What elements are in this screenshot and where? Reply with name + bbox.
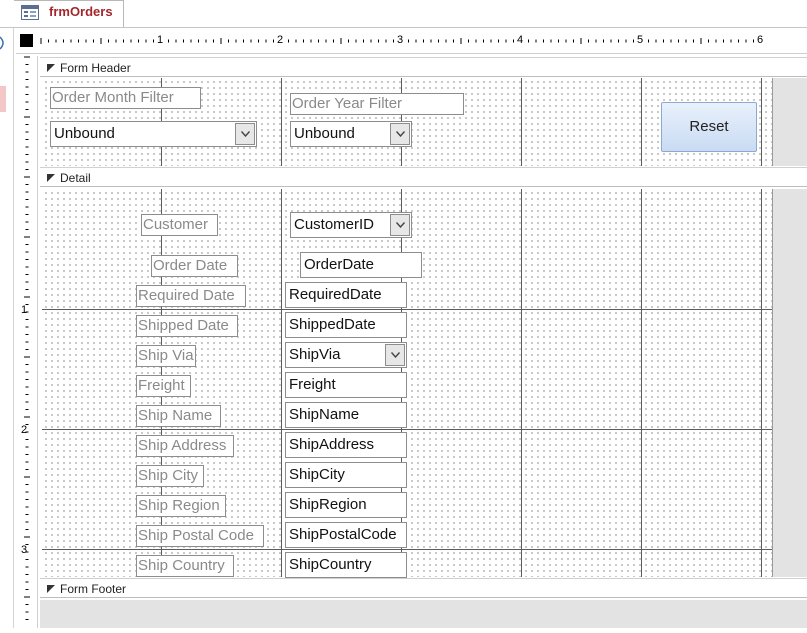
selection-marker [0,86,6,112]
vruler-number: 3 [21,544,28,556]
hruler-number: 5 [637,34,644,46]
order-year-filter-label[interactable]: Order Year Filter [290,93,464,115]
required-date-label[interactable]: Required Date [136,285,246,307]
grid-line [641,78,642,166]
ship-name-label[interactable]: Ship Name [136,405,221,427]
vertical-ruler-ticks [24,56,30,620]
shippostalcode-textbox[interactable]: ShipPostalCode [285,522,407,548]
shipaddress-textbox[interactable]: ShipAddress [285,432,407,458]
orderdate-textbox[interactable]: OrderDate [300,252,422,278]
freight-label[interactable]: Freight [136,375,191,397]
form-footer-bar[interactable]: Form Footer [40,578,807,598]
customer-label[interactable]: Customer [141,214,218,236]
header-canvas-gray [772,78,807,166]
shipcountry-textbox[interactable]: ShipCountry [285,552,407,578]
combo-value: Unbound [294,125,355,142]
chevron-down-icon[interactable] [385,344,405,366]
combo-value: ShipVia [289,346,341,363]
requireddate-textbox[interactable]: RequiredDate [285,282,407,308]
shipvia-combo[interactable]: ShipVia [285,342,407,368]
ship-country-label[interactable]: Ship Country [136,555,234,577]
vruler-number: 2 [21,424,28,436]
order-date-label[interactable]: Order Date [151,255,238,277]
shipregion-textbox[interactable]: ShipRegion [285,492,407,518]
order-year-filter-combo[interactable]: Unbound [290,121,412,147]
vertical-ruler[interactable]: 1 2 3 [16,56,38,628]
section-arrow-icon [47,64,55,72]
hruler-number: 1 [157,34,164,46]
form-header-bar[interactable]: Form Header [40,57,807,77]
shippeddate-textbox[interactable]: ShippedDate [285,312,407,338]
detail-label: Detail [60,171,91,185]
vruler-number: 1 [21,304,28,316]
grid-line [42,429,772,430]
grid-line [641,189,642,577]
ship-via-label[interactable]: Ship Via [136,345,196,367]
hruler-number: 2 [277,34,284,46]
horizontal-ruler[interactable]: 1 2 3 4 5 6 [40,30,807,52]
ship-region-label[interactable]: Ship Region [136,495,226,517]
shipcity-textbox[interactable]: ShipCity [285,462,407,488]
order-month-filter-label[interactable]: Order Month Filter [50,87,201,109]
grid-line [42,309,772,310]
combo-value: Unbound [54,125,115,142]
grid-line [42,549,772,550]
form-footer-label: Form Footer [60,582,127,596]
form-icon [21,5,39,20]
detail-canvas-gray [772,189,807,577]
hruler-number: 3 [397,34,404,46]
ship-city-label[interactable]: Ship City [136,465,204,487]
grid-line [521,78,522,166]
chevron-down-icon[interactable] [235,123,255,145]
order-month-filter-combo[interactable]: Unbound [50,121,257,147]
customerid-combo[interactable]: CustomerID [290,212,412,238]
chevron-down-icon[interactable] [390,214,410,236]
detail-bar[interactable]: Detail [40,167,807,187]
grid-line [761,189,762,577]
hruler-number: 6 [757,34,764,46]
ship-address-label[interactable]: Ship Address [136,435,234,457]
section-arrow-icon [47,585,55,593]
shipped-date-label[interactable]: Shipped Date [136,315,238,337]
freight-textbox[interactable]: Freight [285,372,407,398]
grid-line [761,78,762,166]
form-header-label: Form Header [60,61,131,75]
shipname-textbox[interactable]: ShipName [285,402,407,428]
hruler-number: 4 [517,34,524,46]
ship-postal-code-label[interactable]: Ship Postal Code [136,525,264,547]
grid-line [521,189,522,577]
grid-line [281,78,282,166]
tab-title: frmOrders [49,4,113,19]
pane-toggle-icon[interactable] [0,36,6,50]
form-footer-canvas [40,600,807,628]
grid-line [281,189,282,577]
section-arrow-icon [47,174,55,182]
reset-button[interactable]: Reset [661,102,757,152]
tab-divider [0,27,807,28]
combo-value: CustomerID [294,216,375,233]
chevron-down-icon[interactable] [390,123,410,145]
form-selector-box[interactable] [20,34,33,47]
nav-pane-edge [0,28,14,628]
horizontal-ruler-ticks [40,38,754,44]
ruler-divider [16,53,807,54]
